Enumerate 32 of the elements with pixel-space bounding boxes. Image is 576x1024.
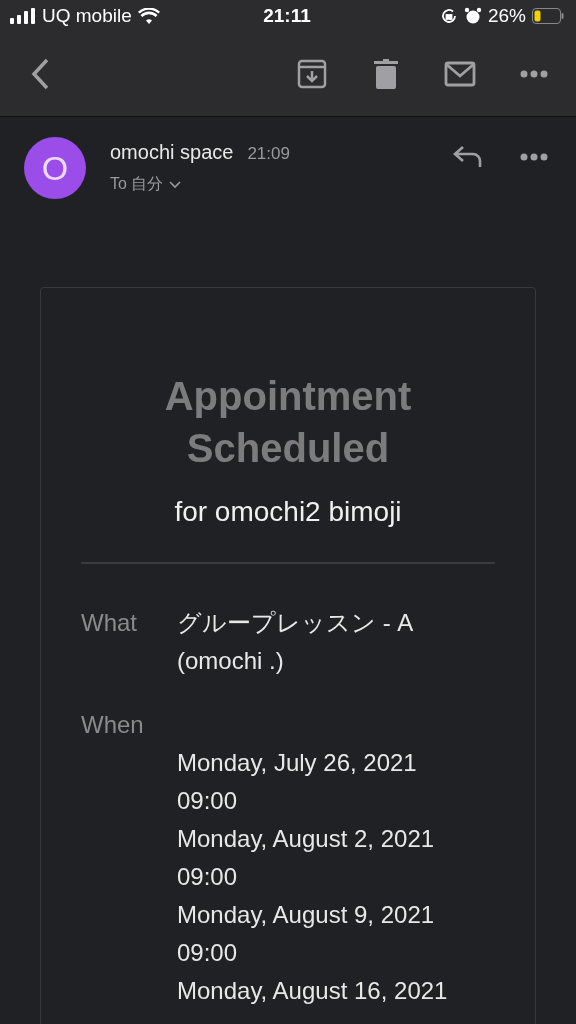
field-label: When	[81, 710, 145, 740]
field-value: グループレッスン - A (omochi .)	[177, 608, 414, 676]
sender-name: omochi space	[110, 141, 234, 164]
clock-time: 21:11	[263, 5, 311, 27]
field-value: Monday, August 16, 2021	[177, 976, 449, 1006]
field-label: What	[81, 608, 138, 638]
archive-icon	[297, 59, 327, 89]
field-value: 09:00	[177, 786, 239, 816]
mail-icon	[444, 61, 476, 87]
card-title: Appointment Scheduled	[163, 373, 413, 472]
signal-icon	[10, 8, 36, 24]
field-value: 09:00	[177, 862, 239, 892]
recipient-toggle[interactable]: To 自分	[110, 174, 450, 195]
wifi-icon	[137, 8, 160, 24]
more-icon[interactable]	[520, 70, 548, 78]
battery-percent: 26%	[488, 5, 526, 27]
field-value: Monday, August 9, 2021	[177, 900, 436, 930]
rotation-lock-icon	[440, 7, 458, 25]
alarm-icon	[464, 7, 482, 25]
sent-time: 21:09	[247, 144, 290, 164]
field-value: 09:00	[177, 938, 239, 968]
chevron-down-icon	[169, 180, 182, 189]
field-value: Monday, July 26, 2021	[177, 748, 418, 778]
sender-avatar: O	[24, 137, 86, 199]
field-value: Monday, August 2, 2021	[177, 824, 436, 854]
trash-icon	[374, 59, 398, 89]
reply-icon	[453, 145, 483, 169]
carrier-name: UQ mobile	[42, 5, 132, 27]
more-icon[interactable]	[520, 153, 548, 161]
back-icon	[31, 58, 49, 90]
card-subtitle: for omochi2 bimoji	[81, 496, 495, 564]
battery-icon	[532, 8, 564, 24]
